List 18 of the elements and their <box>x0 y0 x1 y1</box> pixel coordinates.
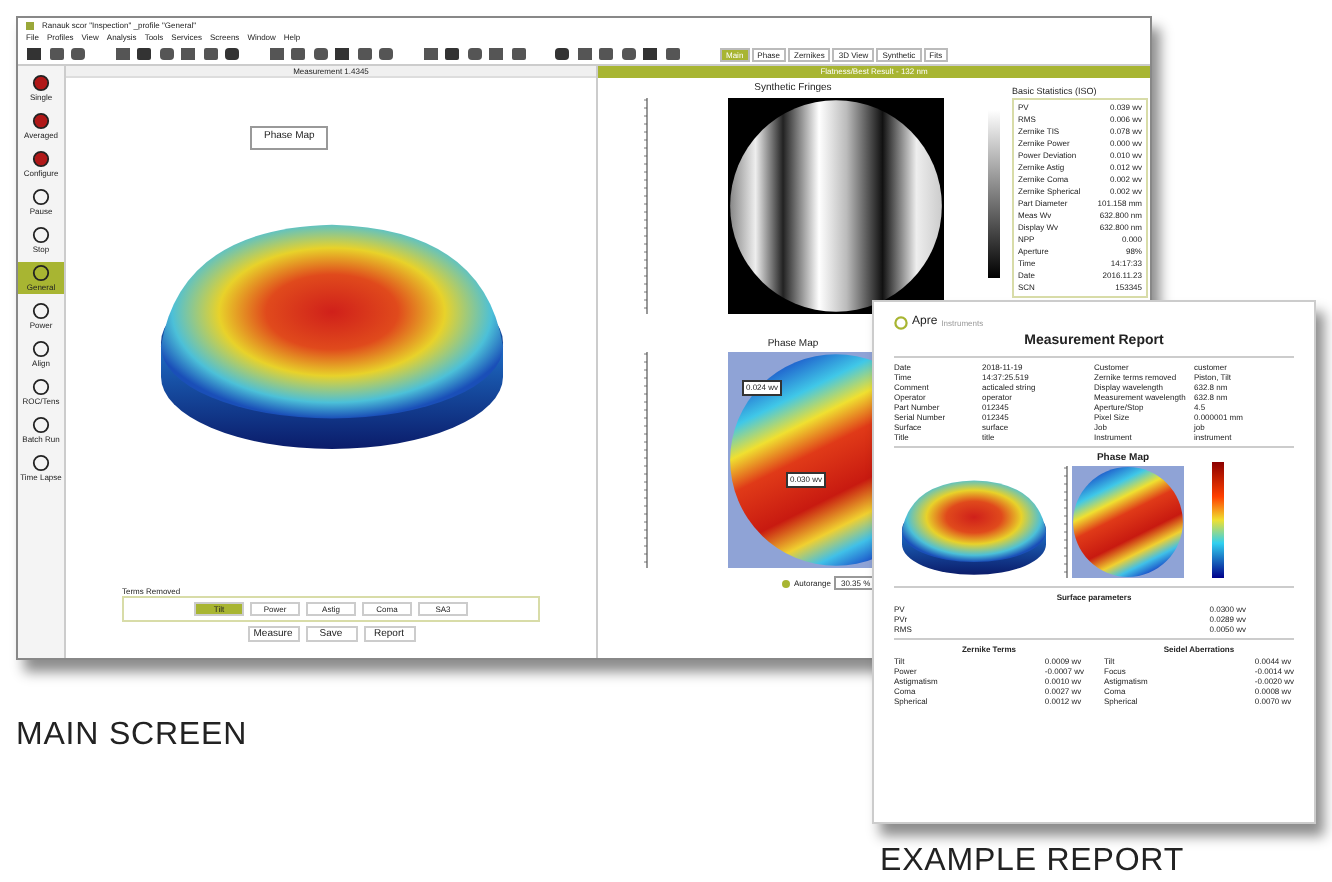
tool-icon <box>32 454 50 472</box>
tool-icon <box>32 74 50 92</box>
app-icon <box>26 21 34 29</box>
tool-icon <box>32 340 50 358</box>
tool-icon <box>32 416 50 434</box>
tool-icon <box>32 150 50 168</box>
caption: MAIN SCREEN <box>16 716 248 756</box>
tool-icon <box>32 112 50 130</box>
caption: EXAMPLE REPORT <box>880 842 1185 882</box>
tool-icon <box>32 302 50 320</box>
axis-ruler <box>1062 466 1068 578</box>
tool-icon <box>32 188 50 206</box>
tool-icon <box>32 226 50 244</box>
color-scale-bar <box>1212 462 1224 578</box>
tool-icon <box>32 264 50 282</box>
report-phase-map <box>1072 466 1184 578</box>
tool-icon <box>32 378 50 396</box>
logo-icon <box>894 316 908 330</box>
